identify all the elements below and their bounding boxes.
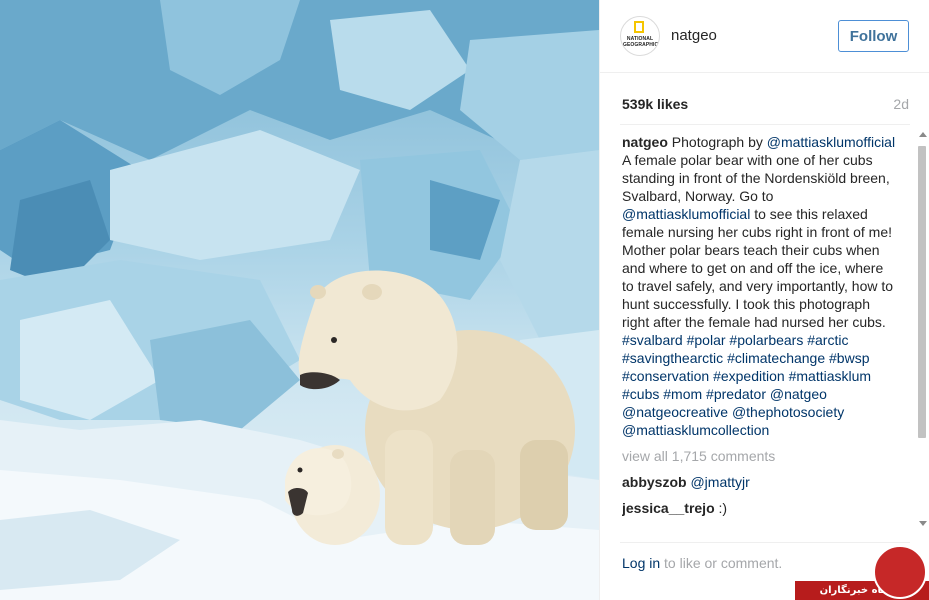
avatar[interactable]: NATIONAL GEOGRAPHIC — [620, 16, 660, 56]
comment-item: jessica__trejo :) — [622, 499, 896, 517]
divider — [620, 124, 910, 125]
post-photo[interactable] — [0, 0, 599, 600]
hashtag-link[interactable]: #polarbears — [729, 332, 803, 348]
mention-link[interactable]: @mattiasklumofficial — [622, 206, 750, 222]
hashtag-link[interactable]: #savingthearctic — [622, 350, 723, 366]
hashtag-link[interactable]: #conservation — [622, 368, 709, 384]
mention-link[interactable]: @mattiasklumofficial — [767, 134, 895, 150]
scrollbar-thumb[interactable] — [918, 146, 926, 438]
hashtag-link[interactable]: #predator — [706, 386, 766, 402]
caption-text: Photograph by — [667, 134, 767, 150]
comment-text: :) — [718, 500, 728, 516]
watermark-logo-icon — [873, 545, 927, 599]
polar-bear-photo — [0, 0, 599, 600]
comment-item: abbyszob @jmattyjr — [622, 473, 896, 491]
likes-count[interactable]: 539k likes — [622, 96, 688, 112]
hashtag-link[interactable]: @natgeocreative — [622, 404, 728, 420]
hashtag-list: #svalbard #polar #polarbears #arctic #sa… — [622, 332, 871, 438]
comment-username[interactable]: abbyszob — [622, 474, 687, 490]
comment-username[interactable]: jessica__trejo — [622, 500, 715, 516]
follow-button[interactable]: Follow — [838, 20, 909, 52]
scroll-down-arrow-icon[interactable] — [919, 521, 927, 526]
natgeo-logo-icon — [634, 21, 644, 33]
hashtag-link[interactable]: #arctic — [807, 332, 848, 348]
caption-username[interactable]: natgeo — [622, 134, 668, 150]
login-prompt: Log in to like or comment. — [622, 555, 782, 571]
hashtag-link[interactable]: #cubs — [622, 386, 659, 402]
hashtag-link[interactable]: #bwsp — [829, 350, 869, 366]
avatar-logo-text: NATIONAL GEOGRAPHIC — [623, 36, 659, 48]
hashtag-link[interactable]: #polar — [687, 332, 726, 348]
hashtag-link[interactable]: @mattiasklumcollection — [622, 422, 769, 438]
hashtag-link[interactable]: #svalbard — [622, 332, 683, 348]
comment-mention-link[interactable]: @jmattyjr — [690, 474, 749, 490]
post-details-panel: NATIONAL GEOGRAPHIC natgeo Follow 539k l… — [600, 0, 929, 600]
hashtag-link[interactable]: @thephotosociety — [732, 404, 844, 420]
post-caption: natgeo Photograph by @mattiasklumofficia… — [622, 133, 896, 439]
hashtag-link[interactable]: #mattiasklum — [789, 368, 871, 384]
hashtag-link[interactable]: #mom — [663, 386, 702, 402]
hashtag-link[interactable]: @natgeo — [770, 386, 827, 402]
username-link[interactable]: natgeo — [671, 27, 717, 44]
login-prompt-text: to like or comment. — [660, 555, 783, 571]
login-link[interactable]: Log in — [622, 555, 660, 571]
post-timestamp[interactable]: 2d — [893, 96, 909, 112]
divider — [620, 542, 910, 543]
view-all-comments-link[interactable]: view all 1,715 comments — [622, 447, 896, 465]
comments-scrollbar[interactable] — [917, 130, 928, 528]
hashtag-link[interactable]: #climatechange — [727, 350, 825, 366]
comments-list[interactable]: natgeo Photograph by @mattiasklumofficia… — [622, 133, 896, 533]
hashtag-link[interactable]: #expedition — [713, 368, 785, 384]
scroll-up-arrow-icon[interactable] — [919, 132, 927, 137]
post-header: NATIONAL GEOGRAPHIC natgeo Follow — [600, 0, 929, 73]
caption-text: to see this relaxed female nursing her c… — [622, 206, 894, 330]
caption-text: A female polar bear with one of her cubs… — [622, 152, 890, 204]
